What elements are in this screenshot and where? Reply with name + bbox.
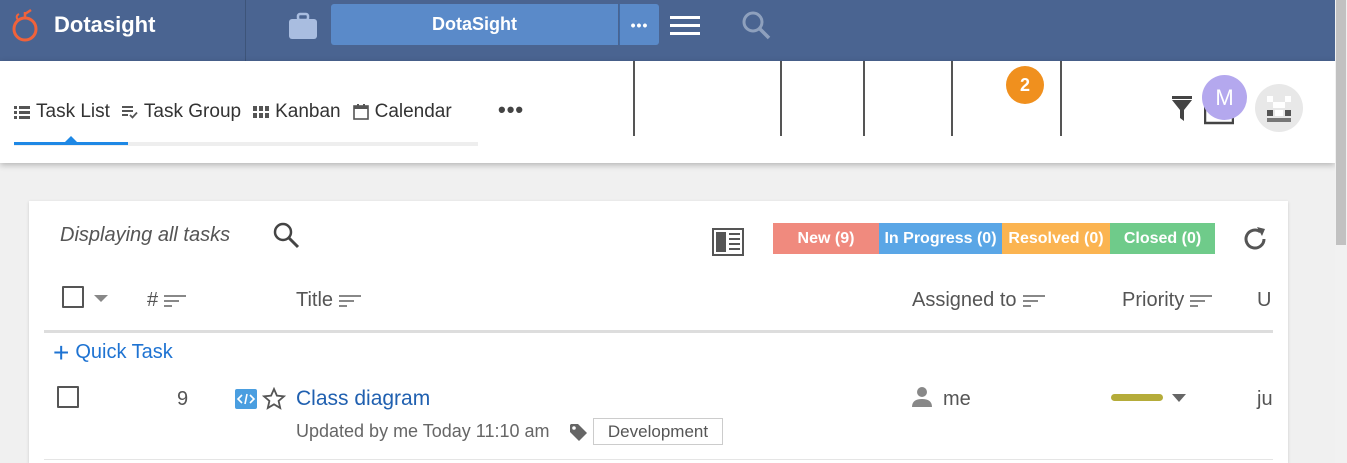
page-scrollbar-thumb[interactable] — [1336, 0, 1346, 245]
header-divider — [44, 330, 1273, 333]
display-filter-text: Displaying all tasks — [60, 224, 231, 246]
priority-dropdown-caret[interactable] — [1172, 394, 1186, 402]
search-icon[interactable] — [740, 9, 772, 41]
toolbar-divider — [1060, 61, 1062, 136]
person-icon — [912, 387, 932, 407]
column-header-number[interactable]: # — [147, 289, 187, 312]
toolbar-divider — [951, 61, 953, 136]
quick-task-label: Quick Task — [75, 341, 173, 363]
view-toolbar: Task List Task Group Kanban Calendar •••… — [0, 61, 1335, 163]
top-navbar: Dotasight DotaSight ••• — [0, 0, 1335, 61]
column-header-label: # — [147, 289, 159, 311]
status-filter-resolved[interactable]: Resolved (0) — [1002, 223, 1110, 254]
pixel-avatar-icon — [1267, 96, 1291, 122]
toolbar-divider — [633, 61, 635, 136]
row-checkbox[interactable] — [57, 386, 79, 408]
status-filter-in-progress[interactable]: In Progress (0) — [879, 223, 1002, 254]
search-icon[interactable] — [272, 221, 300, 249]
sort-icon — [164, 294, 187, 307]
tab-label: Calendar — [374, 101, 452, 122]
select-all-checkbox[interactable] — [62, 286, 84, 308]
tab-task-group[interactable]: Task Group — [121, 101, 242, 123]
task-date-partial: ju — [1257, 388, 1273, 410]
project-selector-button[interactable]: DotaSight — [331, 4, 618, 45]
column-header-title[interactable]: Title — [296, 289, 362, 312]
status-filter-new[interactable]: New (9) — [773, 223, 879, 254]
task-title-link[interactable]: Class diagram — [296, 387, 430, 411]
plus-icon: + — [53, 336, 70, 368]
tab-kanban[interactable]: Kanban — [253, 101, 341, 123]
task-number: 9 — [177, 388, 189, 410]
priority-indicator[interactable] — [1111, 394, 1163, 401]
code-icon — [235, 389, 257, 409]
calendar-icon — [352, 104, 369, 120]
dotasight-logo-icon[interactable] — [10, 8, 40, 44]
settings-avatar[interactable] — [1255, 84, 1303, 132]
tab-label: Task Group — [143, 101, 242, 122]
tab-calendar[interactable]: Calendar — [352, 101, 452, 123]
select-dropdown-caret[interactable] — [94, 295, 108, 302]
task-assignee[interactable]: me — [943, 388, 971, 411]
tab-label: Kanban — [275, 101, 341, 122]
more-tabs-button[interactable]: ••• — [498, 97, 524, 123]
column-layout-icon[interactable] — [712, 228, 744, 256]
brand-name[interactable]: Dotasight — [54, 12, 155, 38]
tab-task-list[interactable]: Task List — [14, 101, 110, 123]
list-icon — [14, 106, 30, 119]
star-icon[interactable] — [262, 387, 286, 411]
sort-icon — [1190, 294, 1213, 307]
column-header-label: Assigned to — [912, 289, 1017, 311]
column-header-label: U — [1257, 289, 1272, 311]
quick-task-button[interactable]: + Quick Task — [53, 336, 173, 368]
toolbar-divider — [863, 61, 865, 136]
toolbar-divider — [780, 61, 782, 136]
refresh-icon[interactable] — [1241, 225, 1269, 253]
column-header-label: Priority — [1122, 289, 1185, 311]
sort-icon — [339, 294, 362, 307]
filter-icon[interactable] — [1172, 94, 1192, 122]
active-tab-caret — [64, 136, 78, 143]
sort-icon — [1022, 294, 1045, 307]
task-list-card: Displaying all tasks New (9) In Progress… — [29, 201, 1288, 463]
tab-label: Task List — [36, 101, 110, 122]
task-updated-text: Updated by me Today 11:10 am — [296, 421, 550, 441]
column-header-next[interactable]: U — [1257, 289, 1271, 312]
grid-icon — [253, 106, 270, 118]
column-header-assigned[interactable]: Assigned to — [912, 289, 1045, 312]
column-header-priority[interactable]: Priority — [1122, 289, 1213, 312]
menu-icon[interactable] — [670, 15, 700, 37]
tag-icon — [570, 424, 587, 441]
playlist-check-icon — [121, 106, 138, 119]
status-filter-closed[interactable]: Closed (0) — [1110, 223, 1215, 254]
notification-badge[interactable]: 2 — [1006, 66, 1044, 104]
project-more-button[interactable]: ••• — [619, 4, 659, 45]
column-header-label: Title — [296, 289, 334, 311]
briefcase-icon[interactable] — [288, 12, 318, 40]
topbar-divider — [245, 0, 246, 61]
user-avatar[interactable]: M — [1202, 75, 1247, 120]
task-tag[interactable]: Development — [593, 418, 723, 445]
view-tabs: Task List Task Group Kanban Calendar — [14, 97, 464, 127]
row-divider — [44, 459, 1273, 460]
